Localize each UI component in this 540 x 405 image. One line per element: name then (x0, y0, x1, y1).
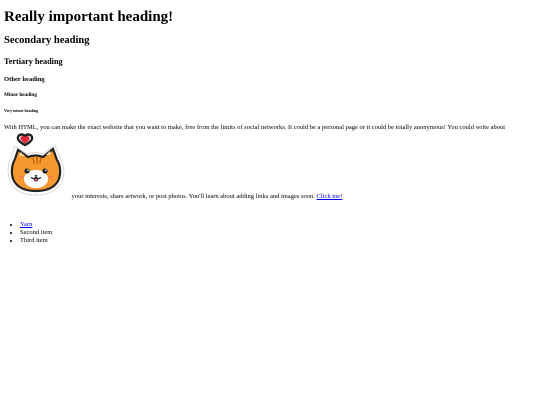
list-item: Yarn (20, 221, 536, 229)
click-me-link[interactable]: Click me! (317, 193, 343, 200)
yarn-link[interactable]: Yarn (20, 221, 32, 228)
page-body: Really important heading! Secondary head… (0, 0, 540, 405)
list-item: Second item (20, 229, 536, 237)
paragraph-text-end: your interests, share artwork, or post p… (71, 192, 315, 200)
heart-icon (16, 133, 34, 147)
secondary-heading: Secondary heading (4, 35, 90, 47)
cat-with-heart-sticker-icon (5, 132, 69, 198)
paragraph-text-start: With HTML, you can make the exact websit… (4, 123, 506, 131)
other-heading: Other heading (4, 75, 45, 83)
tertiary-heading: Tertiary heading (4, 57, 63, 67)
minor-heading: Minor heading (4, 92, 37, 99)
intro-paragraph: With HTML, you can make the exact websit… (4, 124, 532, 201)
page-title: Really important heading! (4, 9, 174, 25)
item-list: Yarn Second item Third item (4, 221, 536, 245)
list-item: Third item (20, 237, 536, 245)
very-minor-heading: Very minor heading (4, 108, 39, 114)
